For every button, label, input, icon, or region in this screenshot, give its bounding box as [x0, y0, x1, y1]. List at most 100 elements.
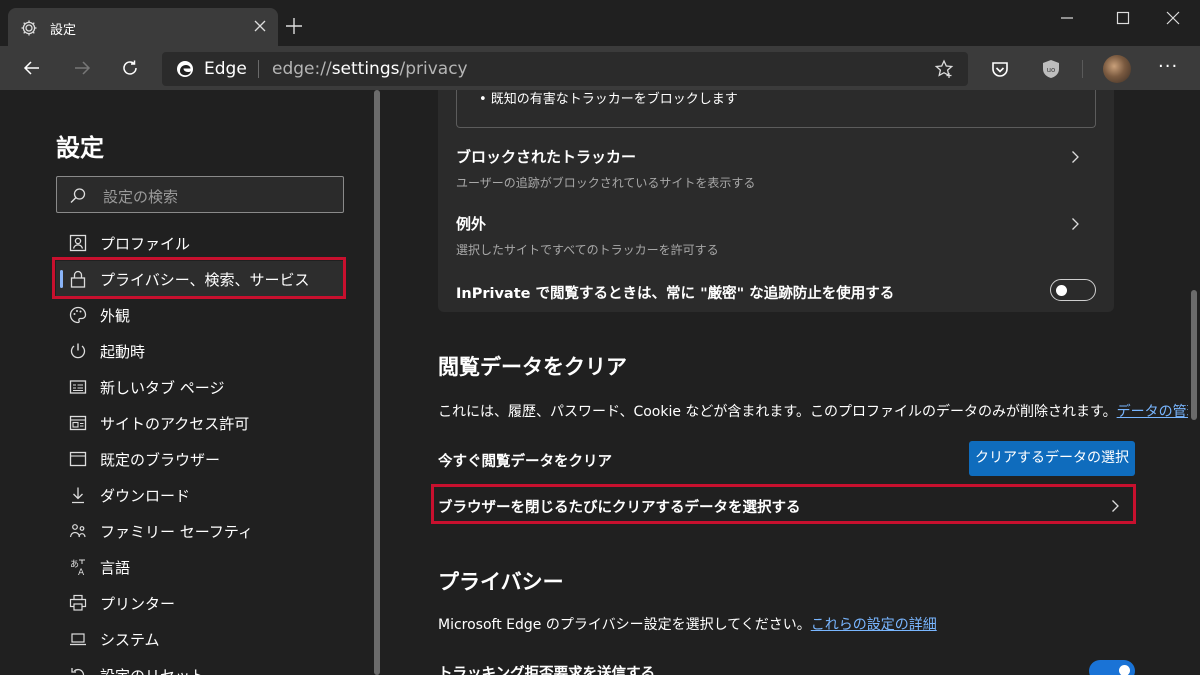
manage-data-link[interactable]: データの管理: [1117, 404, 1188, 420]
reset-icon: [68, 665, 88, 675]
exceptions-title[interactable]: 例外: [456, 213, 486, 234]
tab-title: 設定: [50, 23, 77, 38]
sidebar-scrollbar[interactable]: [372, 90, 382, 675]
edge-logo-icon: [176, 60, 194, 78]
browser-icon: [68, 449, 88, 469]
privacy-desc-text: Microsoft Edge のプライバシー設定を選択してください。: [438, 617, 811, 633]
settings-main: • 既知の有害なトラッカーをブロックします ブロックされたトラッカー ユーザーの…: [382, 90, 1188, 675]
inprivate-strict-label: InPrivate で閲覧するときは、常に "厳密" な追跡防止を使用する: [456, 286, 895, 302]
close-window-icon[interactable]: [1146, 0, 1200, 34]
sidebar-item-site-permissions[interactable]: サイトのアクセス許可: [56, 405, 346, 441]
printer-icon: [68, 593, 88, 613]
search-input[interactable]: 設定の検索: [56, 176, 344, 213]
inprivate-strict-toggle[interactable]: [1050, 279, 1096, 301]
palette-icon: [68, 305, 88, 325]
sidebar-item-label: ファミリー セーフティ: [100, 523, 253, 541]
sidebar-item-label: 起動時: [100, 343, 146, 361]
maximize-icon[interactable]: [1096, 0, 1150, 34]
site-permissions-icon: [68, 413, 88, 433]
svg-text:A: A: [78, 568, 85, 577]
privacy-heading: プライバシー: [438, 570, 564, 594]
sidebar-item-printers[interactable]: プリンター: [56, 585, 346, 621]
highlight-box-clear-on-close: [431, 484, 1136, 524]
profile-icon: [68, 233, 88, 253]
pocket-icon[interactable]: [989, 58, 1011, 80]
url-main: settings: [331, 59, 400, 79]
search-placeholder: 設定の検索: [103, 188, 179, 206]
newtab-icon: [68, 377, 88, 397]
clear-data-desc-text: これには、履歴、パスワード、Cookie などが含まれます。このプロファイルのデ…: [438, 404, 1117, 420]
site-name: Edge: [204, 59, 247, 79]
tracking-level-desc: • 既知の有害なトラッカーをブロックします: [479, 92, 738, 107]
address-bar[interactable]: Edge edge://settings/privacy: [162, 52, 968, 86]
privacy-desc: Microsoft Edge のプライバシー設定を選択してください。これらの設定…: [438, 614, 937, 634]
back-arrow-icon[interactable]: [18, 54, 46, 82]
tracking-prevention-card: • 既知の有害なトラッカーをブロックします ブロックされたトラッカー ユーザーの…: [438, 90, 1114, 312]
url-prefix: edge://: [272, 59, 332, 79]
sidebar-item-default-browser[interactable]: 既定のブラウザー: [56, 441, 346, 477]
sidebar-item-startup[interactable]: 起動時: [56, 333, 346, 369]
tracking-level-box: • 既知の有害なトラッカーをブロックします: [456, 90, 1096, 128]
sidebar-item-label: 言語: [100, 559, 131, 577]
scrollbar-thumb[interactable]: [374, 90, 380, 675]
gear-icon: [20, 19, 38, 37]
sidebar-item-label: 外観: [100, 307, 131, 325]
url-text[interactable]: edge://settings/privacy: [272, 59, 468, 79]
sidebar-item-label: システム: [100, 631, 160, 649]
power-icon: [68, 341, 88, 361]
exceptions-desc: 選択したサイトですべてのトラッカーを許可する: [456, 243, 719, 257]
language-icon: あA: [68, 557, 88, 578]
clear-data-heading: 閲覧データをクリア: [438, 355, 627, 379]
sidebar-item-family-safety[interactable]: ファミリー セーフティ: [56, 513, 346, 549]
sidebar-title: 設定: [56, 134, 104, 162]
toggle-knob: [1056, 285, 1067, 296]
sidebar-item-label: サイトのアクセス許可: [100, 415, 250, 433]
laptop-icon: [68, 629, 88, 649]
highlight-box-sidebar: [52, 257, 346, 299]
new-tab-icon[interactable]: [284, 16, 304, 36]
more-options-icon[interactable]: ···: [1158, 56, 1178, 77]
chevron-right-icon[interactable]: [1068, 149, 1082, 163]
main-scrollbar[interactable]: [1188, 90, 1200, 675]
sidebar-item-appearance[interactable]: 外観: [56, 297, 346, 333]
sidebar-item-downloads[interactable]: ダウンロード: [56, 477, 346, 513]
download-icon: [68, 485, 88, 505]
search-icon: [69, 187, 87, 205]
sidebar-item-label: ダウンロード: [100, 487, 191, 505]
sidebar-item-languages[interactable]: あA 言語: [56, 549, 346, 585]
sidebar-item-new-tab[interactable]: 新しいタブ ページ: [56, 369, 346, 405]
browser-toolbar: Edge edge://settings/privacy uo ···: [0, 46, 1200, 90]
sidebar-item-system[interactable]: システム: [56, 621, 346, 657]
url-suffix: /privacy: [399, 59, 468, 79]
favorite-star-icon[interactable]: [934, 59, 954, 79]
sidebar-item-profile[interactable]: プロファイル: [56, 225, 346, 261]
tab-settings[interactable]: 設定: [8, 8, 278, 46]
avatar[interactable]: [1103, 55, 1131, 83]
minimize-icon[interactable]: [1040, 0, 1094, 34]
sidebar-item-label: 設定のリセット: [100, 665, 205, 675]
toggle-knob: [1119, 665, 1130, 675]
ublock-shield-icon[interactable]: uo: [1040, 58, 1062, 80]
forward-arrow-icon[interactable]: [68, 54, 96, 82]
close-tab-icon[interactable]: [252, 18, 268, 34]
svg-text:uo: uo: [1047, 66, 1056, 74]
blocked-trackers-title[interactable]: ブロックされたトラッカー: [456, 146, 636, 167]
chevron-right-icon[interactable]: [1068, 216, 1082, 230]
choose-data-button[interactable]: クリアするデータの選択: [969, 441, 1135, 476]
family-icon: [68, 521, 88, 541]
sidebar-item-reset[interactable]: 設定のリセット: [56, 657, 346, 675]
privacy-details-link[interactable]: これらの設定の詳細: [811, 617, 937, 633]
clear-now-label: 今すぐ閲覧データをクリア: [438, 454, 612, 470]
clear-data-desc: これには、履歴、パスワード、Cookie などが含まれます。このプロファイルのデ…: [438, 401, 1188, 421]
do-not-track-label: トラッキング拒否要求を送信する: [438, 666, 656, 675]
do-not-track-toggle[interactable]: [1089, 660, 1135, 675]
title-bar: 設定: [0, 0, 1200, 46]
sidebar-item-label: 既定のブラウザー: [100, 451, 221, 469]
sidebar-item-label: プロファイル: [100, 235, 191, 253]
settings-sidebar: 設定 設定の検索 プロファイル プライバシー、検索、サービス 外観 起動時 新し…: [0, 90, 372, 675]
blocked-trackers-desc: ユーザーの追跡がブロックされているサイトを表示する: [456, 176, 756, 190]
refresh-icon[interactable]: [116, 54, 144, 82]
scrollbar-thumb[interactable]: [1191, 290, 1197, 420]
sidebar-item-label: プリンター: [100, 595, 176, 613]
sidebar-item-label: 新しいタブ ページ: [100, 379, 225, 397]
